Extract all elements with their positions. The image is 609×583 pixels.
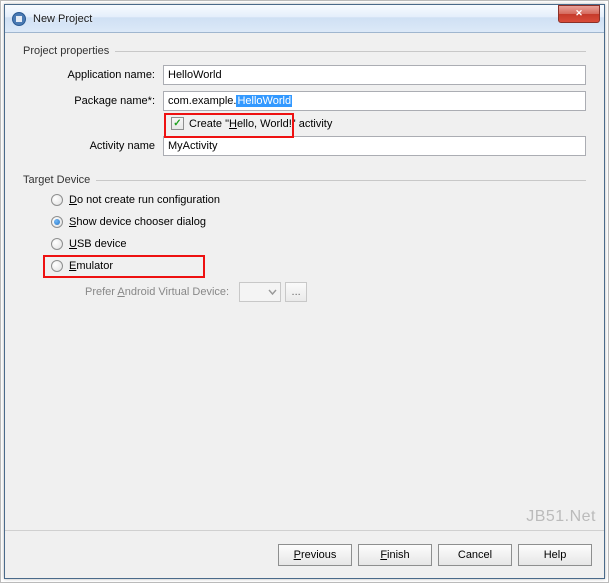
activity-name-row: Activity name <box>23 136 586 156</box>
create-activity-label: Create "Hello, World!" activity <box>189 118 332 130</box>
help-button[interactable]: Help <box>518 544 592 566</box>
titlebar: New Project ✕ <box>5 5 604 33</box>
radio-emulator[interactable] <box>51 260 63 272</box>
radio-row-usb: USB device <box>23 238 586 250</box>
radio-row-no-config: Do not create run configuration <box>23 194 586 206</box>
radio-no-config[interactable] <box>51 194 63 206</box>
avd-combo <box>239 282 281 302</box>
screenshot-frame: New Project ✕ Project properties Applica… <box>0 0 609 583</box>
radio-chooser[interactable] <box>51 216 63 228</box>
content-area: Project properties Application name: Pac… <box>5 33 604 530</box>
package-name-row: Package name*: com.example.HelloWorld <box>23 91 586 111</box>
avd-browse-button: ... <box>285 282 307 302</box>
app-icon <box>11 11 27 27</box>
target-device-group: Target Device Do not create run configur… <box>23 174 586 302</box>
new-project-dialog: New Project ✕ Project properties Applica… <box>4 4 605 579</box>
avd-row: Prefer Android Virtual Device: ... <box>23 282 586 302</box>
package-selection-text: HelloWorld <box>236 95 292 107</box>
project-properties-label: Project properties <box>23 45 109 57</box>
target-device-label: Target Device <box>23 174 90 186</box>
target-device-header: Target Device <box>23 174 586 186</box>
project-properties-header: Project properties <box>23 45 586 57</box>
avd-label: Prefer Android Virtual Device: <box>85 286 229 298</box>
activity-name-label: Activity name <box>41 140 163 152</box>
window-title: New Project <box>33 13 558 25</box>
create-activity-row: Create "Hello, World!" activity <box>23 117 586 130</box>
activity-name-input[interactable] <box>163 136 586 156</box>
radio-usb[interactable] <box>51 238 63 250</box>
button-bar: Previous Finish Cancel Help <box>5 530 604 578</box>
package-name-input[interactable]: com.example.HelloWorld <box>163 91 586 111</box>
finish-button[interactable]: Finish <box>358 544 432 566</box>
divider <box>96 180 586 181</box>
radio-usb-label: USB device <box>69 238 126 250</box>
radio-emulator-label: Emulator <box>69 260 113 272</box>
application-name-input[interactable] <box>163 65 586 85</box>
package-name-label: Package name*: <box>41 95 163 107</box>
close-button[interactable]: ✕ <box>558 5 600 23</box>
application-name-row: Application name: <box>23 65 586 85</box>
divider <box>115 51 586 52</box>
cancel-button[interactable]: Cancel <box>438 544 512 566</box>
radio-no-config-label: Do not create run configuration <box>69 194 220 206</box>
dialog-body: Project properties Application name: Pac… <box>5 33 604 578</box>
radio-row-chooser: Show device chooser dialog <box>23 216 586 228</box>
create-activity-checkbox[interactable] <box>171 117 184 130</box>
chevron-down-icon <box>268 288 277 297</box>
radio-row-emulator: Emulator <box>23 260 586 272</box>
previous-button[interactable]: Previous <box>278 544 352 566</box>
radio-chooser-label: Show device chooser dialog <box>69 216 206 228</box>
application-name-label: Application name: <box>41 69 163 81</box>
package-prefix-text: com.example. <box>168 95 236 107</box>
